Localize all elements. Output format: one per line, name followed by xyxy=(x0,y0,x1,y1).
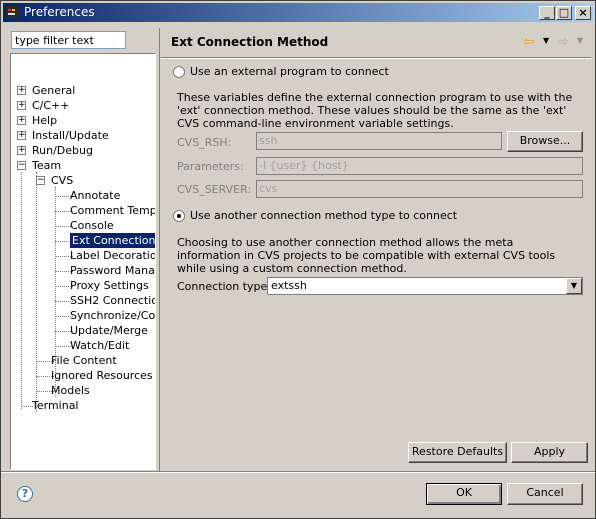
preference-page: Ext Connection Method ⇦ ▼ ⇨ ▼ Use an ext… xyxy=(161,28,591,471)
external-program-radio[interactable] xyxy=(173,66,185,78)
tree-item-label: Update/Merge xyxy=(70,324,148,337)
preference-tree[interactable]: ◀ ▶ +General+C/C+++Help+Install/Update+R… xyxy=(10,53,156,470)
tree-item-label: Proxy Settings xyxy=(70,279,149,292)
tree-item-label: Label Decoratio xyxy=(70,249,156,262)
tree-item-label: Team xyxy=(32,159,62,172)
external-program-radio-label[interactable]: Use an external program to connect xyxy=(190,65,389,78)
tree-item-label: Ext Connection xyxy=(70,233,156,248)
connection-type-value: extssh xyxy=(271,279,307,292)
tree-item-help[interactable]: + Help xyxy=(11,113,155,128)
app-icon xyxy=(6,6,20,18)
preferences-window: Preferences _ □ × ◀ xyxy=(0,0,596,519)
tree-item-terminal[interactable]: Terminal xyxy=(11,398,155,413)
tree-item-label: File Content xyxy=(51,354,117,367)
tree-item-ignored-resources[interactable]: Ignored Resources xyxy=(11,368,155,383)
tree-item-run-debug[interactable]: + Run/Debug xyxy=(11,143,155,158)
preference-tree-panel: ◀ ▶ +General+C/C+++Help+Install/Update+R… xyxy=(9,28,159,471)
tree-item-label: Console xyxy=(70,219,114,232)
minimize-icon: _ xyxy=(544,6,550,19)
page-title: Ext Connection Method xyxy=(171,35,329,49)
tree-item-label: CVS xyxy=(51,174,74,187)
back-history-dropdown-icon[interactable]: ▼ xyxy=(543,36,549,45)
ok-button[interactable]: OK xyxy=(426,483,502,505)
tree-item-console[interactable]: Console xyxy=(11,218,155,233)
collapse-icon[interactable]: − xyxy=(17,161,26,170)
expand-icon[interactable]: + xyxy=(17,86,26,95)
tree-item-proxy-settings[interactable]: Proxy Settings xyxy=(11,278,155,293)
forward-history-dropdown-icon[interactable]: ▼ xyxy=(577,36,583,45)
help-icon[interactable]: ? xyxy=(17,486,33,502)
connection-type-combo[interactable]: extssh ▼ xyxy=(267,277,583,295)
cvs-rsh-field[interactable]: ssh xyxy=(256,132,502,150)
tree-item-comment-templ[interactable]: Comment Templ xyxy=(11,203,156,218)
tree-item-update-merge[interactable]: Update/Merge xyxy=(11,323,155,338)
close-icon: × xyxy=(578,6,588,19)
cvs-server-label: CVS_SERVER: xyxy=(177,183,252,196)
back-icon[interactable]: ⇦ xyxy=(523,34,535,50)
cvs-rsh-label: CVS_RSH: xyxy=(177,136,232,149)
tree-item-ext-connection[interactable]: Ext Connection xyxy=(11,233,156,248)
another-method-radio-label[interactable]: Use another connection method type to co… xyxy=(190,209,457,222)
tree-item-label: Annotate xyxy=(70,189,121,202)
cvs-server-field[interactable]: cvs xyxy=(256,180,583,198)
restore-defaults-button[interactable]: Restore Defaults xyxy=(408,442,507,463)
expand-icon[interactable]: + xyxy=(17,131,26,140)
tree-item-label: Password Mana xyxy=(70,264,155,277)
window-title: Preferences xyxy=(24,5,95,19)
forward-icon[interactable]: ⇨ xyxy=(557,34,569,50)
title-bar[interactable]: Preferences _ □ × xyxy=(3,3,593,22)
maximize-button[interactable]: □ xyxy=(556,6,572,20)
expand-icon[interactable]: + xyxy=(17,146,26,155)
filter-input[interactable] xyxy=(11,31,126,49)
tree-item-ssh2-connection[interactable]: SSH2 Connection xyxy=(11,293,156,308)
tree-item-file-content[interactable]: File Content xyxy=(11,353,155,368)
tree-item-models[interactable]: Models xyxy=(11,383,155,398)
maximize-icon: □ xyxy=(558,6,570,19)
tree-item-label: Models xyxy=(51,384,90,397)
external-program-description: These variables define the external conn… xyxy=(177,91,573,130)
tree-item-label: Run/Debug xyxy=(32,144,93,157)
tree-item-label: Terminal xyxy=(32,399,79,412)
tree-item-annotate[interactable]: Annotate xyxy=(11,188,155,203)
tree-item-label-decoratio[interactable]: Label Decoratio xyxy=(11,248,156,263)
tree-item-c-c[interactable]: + C/C++ xyxy=(11,98,155,113)
page-header: Ext Connection Method ⇦ ▼ ⇨ ▼ xyxy=(161,28,591,58)
tree-item-label: Install/Update xyxy=(32,129,109,142)
collapse-icon[interactable]: − xyxy=(36,176,45,185)
tree-item-label: Help xyxy=(32,114,58,127)
expand-icon[interactable]: + xyxy=(17,101,26,110)
combo-dropdown-button[interactable]: ▼ xyxy=(566,278,582,294)
tree-item-cvs[interactable]: − CVS xyxy=(11,173,155,188)
apply-button[interactable]: Apply xyxy=(511,442,588,463)
tree-item-install-update[interactable]: + Install/Update xyxy=(11,128,155,143)
expand-icon[interactable]: + xyxy=(17,116,26,125)
another-method-description: Choosing to use another connection metho… xyxy=(177,236,556,275)
close-button[interactable]: × xyxy=(575,6,591,20)
tree-item-team[interactable]: − Team xyxy=(11,158,155,173)
cancel-button[interactable]: Cancel xyxy=(507,483,583,505)
header-separator xyxy=(161,57,591,59)
tree-item-label: C/C++ xyxy=(32,99,70,112)
tree-item-label: Ignored Resources xyxy=(51,369,153,382)
tree-item-label: General xyxy=(32,84,76,97)
tree-item-password-mana[interactable]: Password Mana xyxy=(11,263,155,278)
bottom-separator xyxy=(1,471,595,473)
parameters-label: Parameters: xyxy=(177,160,244,173)
browse-button[interactable]: Browse... xyxy=(507,131,583,152)
tree-item-watch-edit[interactable]: Watch/Edit xyxy=(11,338,155,353)
tree-item-label: Comment Templ xyxy=(70,204,156,217)
minimize-button[interactable]: _ xyxy=(539,6,555,20)
tree-item-synchronize-co[interactable]: Synchronize/Co xyxy=(11,308,156,323)
tree-item-label: Watch/Edit xyxy=(70,339,130,352)
tree-item-label: SSH2 Connection xyxy=(70,294,156,307)
tree-item-label: Synchronize/Co xyxy=(70,309,156,322)
connection-type-label: Connection type: xyxy=(177,280,272,293)
another-method-radio[interactable] xyxy=(173,210,185,222)
parameters-field[interactable]: -l {user} {host} xyxy=(256,157,583,175)
tree-item-general[interactable]: + General xyxy=(11,83,155,98)
chevron-down-icon: ▼ xyxy=(570,281,578,290)
